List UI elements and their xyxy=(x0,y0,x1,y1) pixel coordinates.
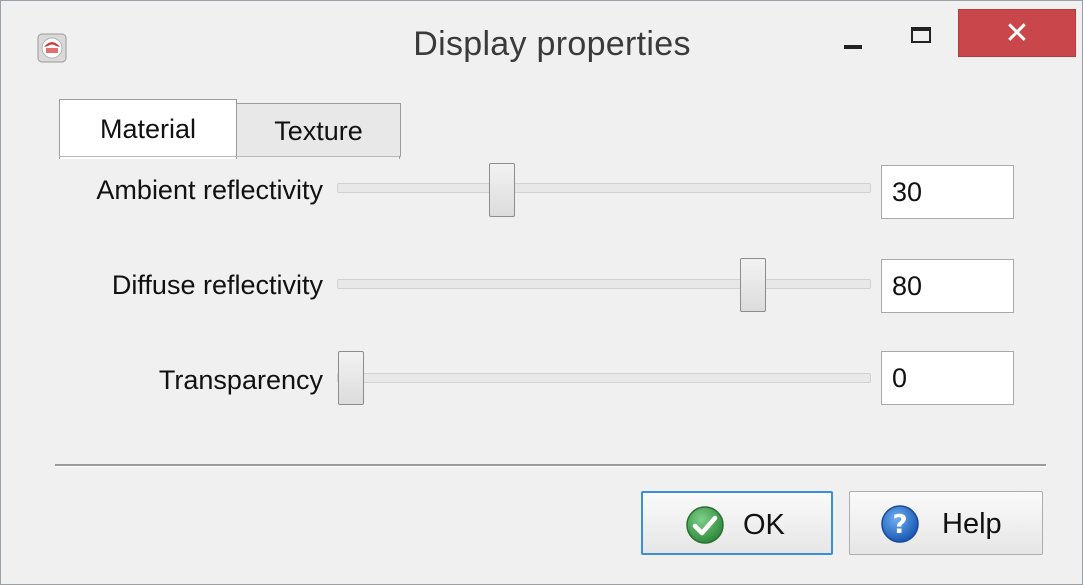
separator xyxy=(55,464,1046,467)
transparency-slider[interactable] xyxy=(337,373,871,383)
ok-button[interactable]: OK xyxy=(641,491,833,555)
ambient-reflectivity-label: Ambient reflectivity xyxy=(96,175,323,205)
tab-strip-edge xyxy=(399,156,400,159)
ambient-reflectivity-field[interactable]: 30 xyxy=(881,165,1014,219)
check-icon xyxy=(686,506,724,544)
tab-material[interactable]: Material xyxy=(59,99,237,159)
display-properties-window: Display properties ✕ Material Texture Am… xyxy=(0,0,1083,585)
ok-label: OK xyxy=(743,509,785,541)
transparency-label: Transparency xyxy=(158,365,323,395)
diffuse-reflectivity-label: Diffuse reflectivity xyxy=(111,270,323,300)
transparency-thumb[interactable] xyxy=(338,351,364,405)
ambient-reflectivity-slider[interactable] xyxy=(337,183,871,193)
close-icon: ✕ xyxy=(1004,17,1030,50)
minimize-button[interactable] xyxy=(826,7,882,57)
diffuse-reflectivity-thumb[interactable] xyxy=(740,258,766,312)
title-bar[interactable]: Display properties ✕ xyxy=(1,1,1082,89)
tab-texture[interactable]: Texture xyxy=(237,103,401,157)
maximize-icon xyxy=(911,27,931,43)
tab-strip-divider xyxy=(59,156,401,157)
help-label: Help xyxy=(942,508,1002,540)
minimize-icon xyxy=(844,45,862,49)
ambient-reflectivity-thumb[interactable] xyxy=(489,163,515,217)
diffuse-reflectivity-slider[interactable] xyxy=(337,279,871,289)
diffuse-reflectivity-field[interactable]: 80 xyxy=(881,259,1014,313)
transparency-field[interactable]: 0 xyxy=(881,351,1014,405)
maximize-button[interactable] xyxy=(893,7,949,57)
help-button[interactable]: ? Help xyxy=(849,491,1043,555)
close-button[interactable]: ✕ xyxy=(958,9,1076,57)
svg-text:?: ? xyxy=(892,510,907,540)
help-icon: ? xyxy=(881,505,919,543)
